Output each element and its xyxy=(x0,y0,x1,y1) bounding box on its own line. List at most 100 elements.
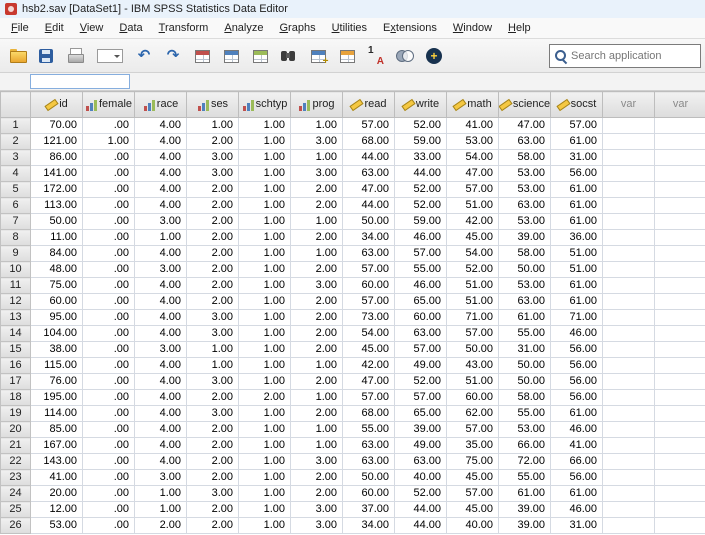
cell-socst-row16[interactable]: 56.00 xyxy=(551,358,603,374)
cell-write-row7[interactable]: 59.00 xyxy=(395,214,447,230)
cell-science-row18[interactable]: 58.00 xyxy=(499,390,551,406)
cell-female-row20[interactable]: .00 xyxy=(83,422,135,438)
cell-read-row6[interactable]: 44.00 xyxy=(343,198,395,214)
cell-female-row4[interactable]: .00 xyxy=(83,166,135,182)
cell-ses-row26[interactable]: 2.00 xyxy=(187,518,239,534)
menu-extensions[interactable]: Extensions xyxy=(375,19,445,37)
cell-schtyp-row12[interactable]: 1.00 xyxy=(239,294,291,310)
cell-var-row16[interactable] xyxy=(603,358,655,374)
cell-science-row11[interactable]: 53.00 xyxy=(499,278,551,294)
cell-read-row26[interactable]: 34.00 xyxy=(343,518,395,534)
cell-var-row15[interactable] xyxy=(603,342,655,358)
cell-var-row8[interactable] xyxy=(603,230,655,246)
value-labels-button[interactable] xyxy=(362,42,390,70)
row-number-13[interactable]: 13 xyxy=(1,310,31,326)
cell-id-row15[interactable]: 38.00 xyxy=(31,342,83,358)
print-button[interactable] xyxy=(62,42,90,70)
cell-write-row18[interactable]: 57.00 xyxy=(395,390,447,406)
cell-race-row8[interactable]: 1.00 xyxy=(135,230,187,246)
cell-read-row9[interactable]: 63.00 xyxy=(343,246,395,262)
row-number-26[interactable]: 26 xyxy=(1,518,31,534)
cell-socst-row7[interactable]: 61.00 xyxy=(551,214,603,230)
cell-socst-row8[interactable]: 36.00 xyxy=(551,230,603,246)
row-number-6[interactable]: 6 xyxy=(1,198,31,214)
cell-prog-row15[interactable]: 2.00 xyxy=(291,342,343,358)
cell-ses-row12[interactable]: 2.00 xyxy=(187,294,239,310)
cell-female-row14[interactable]: .00 xyxy=(83,326,135,342)
cell-id-row10[interactable]: 48.00 xyxy=(31,262,83,278)
cell-schtyp-row7[interactable]: 1.00 xyxy=(239,214,291,230)
row-number-3[interactable]: 3 xyxy=(1,150,31,166)
row-number-18[interactable]: 18 xyxy=(1,390,31,406)
column-header-prog-5[interactable]: prog xyxy=(291,92,343,118)
cell-schtyp-row22[interactable]: 1.00 xyxy=(239,454,291,470)
find-button[interactable] xyxy=(275,42,303,70)
cell-read-row10[interactable]: 57.00 xyxy=(343,262,395,278)
cell-var-row26[interactable] xyxy=(603,518,655,534)
cell-var-row1[interactable] xyxy=(603,118,655,134)
cell-socst-row20[interactable]: 46.00 xyxy=(551,422,603,438)
cell-math-row12[interactable]: 51.00 xyxy=(447,294,499,310)
cell-var-row7[interactable] xyxy=(655,214,705,230)
cell-var-row3[interactable] xyxy=(655,150,705,166)
cell-prog-row2[interactable]: 3.00 xyxy=(291,134,343,150)
cell-ses-row23[interactable]: 2.00 xyxy=(187,470,239,486)
row-number-19[interactable]: 19 xyxy=(1,406,31,422)
cell-id-row6[interactable]: 113.00 xyxy=(31,198,83,214)
cell-var-row4[interactable] xyxy=(655,166,705,182)
cell-socst-row23[interactable]: 56.00 xyxy=(551,470,603,486)
cell-schtyp-row23[interactable]: 1.00 xyxy=(239,470,291,486)
cell-science-row24[interactable]: 61.00 xyxy=(499,486,551,502)
cell-science-row10[interactable]: 50.00 xyxy=(499,262,551,278)
undo-button[interactable] xyxy=(130,42,158,70)
cell-read-row21[interactable]: 63.00 xyxy=(343,438,395,454)
cell-write-row12[interactable]: 65.00 xyxy=(395,294,447,310)
cell-id-row20[interactable]: 85.00 xyxy=(31,422,83,438)
cell-socst-row14[interactable]: 46.00 xyxy=(551,326,603,342)
menu-edit[interactable]: Edit xyxy=(37,19,72,37)
cell-schtyp-row5[interactable]: 1.00 xyxy=(239,182,291,198)
cell-prog-row5[interactable]: 2.00 xyxy=(291,182,343,198)
cell-ses-row22[interactable]: 2.00 xyxy=(187,454,239,470)
cell-id-row19[interactable]: 114.00 xyxy=(31,406,83,422)
cell-female-row17[interactable]: .00 xyxy=(83,374,135,390)
cell-socst-row17[interactable]: 56.00 xyxy=(551,374,603,390)
cell-female-row8[interactable]: .00 xyxy=(83,230,135,246)
cell-read-row2[interactable]: 68.00 xyxy=(343,134,395,150)
cell-math-row2[interactable]: 53.00 xyxy=(447,134,499,150)
cell-schtyp-row17[interactable]: 1.00 xyxy=(239,374,291,390)
cell-read-row25[interactable]: 37.00 xyxy=(343,502,395,518)
row-number-12[interactable]: 12 xyxy=(1,294,31,310)
cell-race-row21[interactable]: 4.00 xyxy=(135,438,187,454)
cell-schtyp-row1[interactable]: 1.00 xyxy=(239,118,291,134)
row-number-7[interactable]: 7 xyxy=(1,214,31,230)
cell-science-row4[interactable]: 53.00 xyxy=(499,166,551,182)
cell-id-row4[interactable]: 141.00 xyxy=(31,166,83,182)
column-header-var-12[interactable]: var xyxy=(655,92,705,118)
cell-math-row13[interactable]: 71.00 xyxy=(447,310,499,326)
cell-math-row10[interactable]: 52.00 xyxy=(447,262,499,278)
cell-var-row21[interactable] xyxy=(655,438,705,454)
cell-write-row15[interactable]: 57.00 xyxy=(395,342,447,358)
cell-science-row23[interactable]: 55.00 xyxy=(499,470,551,486)
cell-female-row24[interactable]: .00 xyxy=(83,486,135,502)
cell-race-row13[interactable]: 4.00 xyxy=(135,310,187,326)
cell-schtyp-row3[interactable]: 1.00 xyxy=(239,150,291,166)
cell-var-row24[interactable] xyxy=(603,486,655,502)
cell-math-row18[interactable]: 60.00 xyxy=(447,390,499,406)
cell-ses-row8[interactable]: 2.00 xyxy=(187,230,239,246)
cell-id-row26[interactable]: 53.00 xyxy=(31,518,83,534)
cell-var-row26[interactable] xyxy=(655,518,705,534)
cell-math-row20[interactable]: 57.00 xyxy=(447,422,499,438)
cell-prog-row8[interactable]: 2.00 xyxy=(291,230,343,246)
cell-math-row21[interactable]: 35.00 xyxy=(447,438,499,454)
cell-read-row11[interactable]: 60.00 xyxy=(343,278,395,294)
cell-math-row26[interactable]: 40.00 xyxy=(447,518,499,534)
cell-science-row3[interactable]: 58.00 xyxy=(499,150,551,166)
cell-race-row22[interactable]: 4.00 xyxy=(135,454,187,470)
cell-race-row23[interactable]: 3.00 xyxy=(135,470,187,486)
cell-female-row16[interactable]: .00 xyxy=(83,358,135,374)
cell-read-row18[interactable]: 57.00 xyxy=(343,390,395,406)
cell-read-row1[interactable]: 57.00 xyxy=(343,118,395,134)
cell-var-row19[interactable] xyxy=(655,406,705,422)
